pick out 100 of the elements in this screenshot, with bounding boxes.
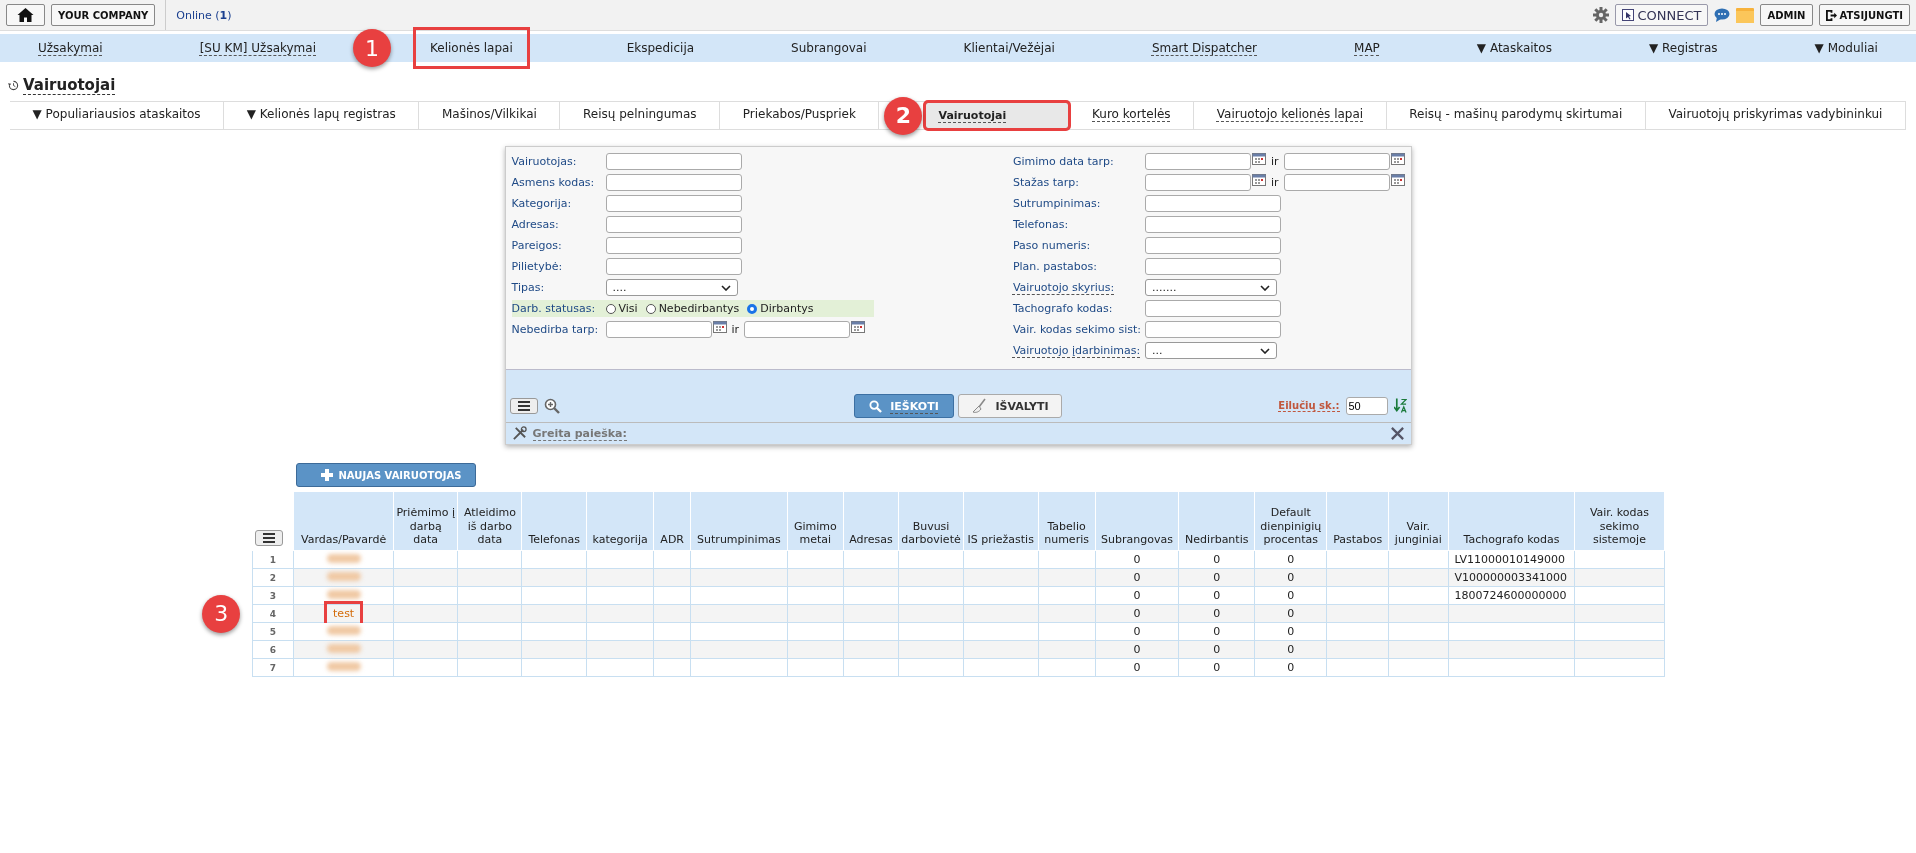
- radio-option[interactable]: Nebedirbantys: [645, 302, 740, 315]
- input-field[interactable]: [1144, 300, 1281, 317]
- input-field[interactable]: [605, 195, 742, 212]
- table-cell: 0: [1254, 622, 1327, 641]
- menu-item[interactable]: Subrangovai: [791, 41, 867, 55]
- column-header[interactable]: Tachografo kodas: [1448, 492, 1575, 551]
- menu-button[interactable]: [509, 398, 538, 414]
- chevron-icon: [720, 284, 731, 291]
- menu-icon: [262, 533, 275, 543]
- menu-item[interactable]: Užsakymai: [38, 41, 103, 55]
- input-field[interactable]: [1144, 321, 1281, 338]
- menu-item[interactable]: ▼ Registras: [1648, 41, 1718, 55]
- history-icon[interactable]: [8, 80, 19, 91]
- rows-count-field[interactable]: 50: [1345, 397, 1388, 415]
- radio-option[interactable]: Visi: [605, 302, 638, 315]
- column-header[interactable]: Nedirbantis: [1178, 492, 1255, 551]
- table-cell: 0: [1178, 658, 1255, 677]
- column-header[interactable]: Default dienpinigių procentas: [1254, 492, 1327, 551]
- tab[interactable]: Priekabos/Puspriek: [742, 107, 856, 121]
- dropdown[interactable]: ....: [605, 279, 738, 296]
- input-field[interactable]: [1144, 237, 1281, 254]
- input-field[interactable]: [605, 153, 742, 170]
- date-field[interactable]: [605, 321, 712, 338]
- radio-option[interactable]: Dirbantys: [747, 302, 814, 315]
- dropdown[interactable]: ...: [1144, 342, 1277, 359]
- folder-icon[interactable]: [1736, 7, 1755, 23]
- tab[interactable]: Reisų - mašinų parodymų skirtumai: [1409, 107, 1623, 121]
- logout-button[interactable]: ATSIJUNGTI: [1818, 4, 1910, 26]
- clear-button[interactable]: IŠVALYTI: [958, 394, 1062, 418]
- menu-item[interactable]: ▼ Ataskaitos: [1476, 41, 1552, 55]
- calendar-icon[interactable]: [1251, 174, 1266, 186]
- tab[interactable]: Vairuotojų priskyrimas vadybininkui: [1668, 107, 1883, 121]
- input-field[interactable]: [605, 216, 742, 233]
- tab[interactable]: Kuro kortelės: [1092, 107, 1171, 121]
- column-header[interactable]: Gimimo metai: [787, 492, 844, 551]
- column-header[interactable]: Sutrumpinimas: [690, 492, 788, 551]
- home-button[interactable]: [6, 4, 45, 26]
- date-field[interactable]: [1283, 174, 1390, 191]
- column-header[interactable]: ADR: [653, 492, 691, 551]
- input-field[interactable]: [605, 237, 742, 254]
- joiner-text: ir: [1270, 155, 1279, 168]
- menu-item[interactable]: [SU KM] Užsakymai: [199, 41, 316, 55]
- menu-item[interactable]: Kelionės lapai: [413, 27, 530, 69]
- dropdown[interactable]: .......: [1144, 279, 1277, 296]
- date-field[interactable]: [1144, 153, 1251, 170]
- calendar-icon[interactable]: [1251, 153, 1266, 165]
- callout-badge: 3: [202, 594, 241, 633]
- sort-icon[interactable]: [1393, 398, 1407, 414]
- input-field[interactable]: [605, 258, 742, 275]
- column-header[interactable]: Vair. junginiai: [1388, 492, 1449, 551]
- connect-button[interactable]: CONNECT: [1615, 4, 1709, 26]
- settings-icon[interactable]: [1593, 7, 1610, 23]
- table-cell: 0: [1095, 550, 1179, 569]
- column-header[interactable]: Vair. kodas sekimo sistemoje: [1574, 492, 1664, 551]
- chat-icon[interactable]: [1714, 8, 1731, 22]
- zoom-in-icon[interactable]: [543, 398, 560, 414]
- joiner-text: ir: [731, 323, 740, 336]
- menu-item[interactable]: MAP: [1354, 41, 1380, 55]
- field-label: Vair. kodas sekimo sist:: [1012, 323, 1141, 336]
- menu-item[interactable]: Klientai/Vežėjai: [963, 41, 1055, 55]
- column-header[interactable]: Atleidimo iš darbo data: [457, 492, 522, 551]
- tab[interactable]: Reisų pelningumas: [583, 107, 697, 121]
- calendar-icon[interactable]: [712, 321, 727, 333]
- tab[interactable]: ▼ Populiariausios ataskaitos: [32, 107, 201, 121]
- input-field[interactable]: [1144, 216, 1281, 233]
- tab[interactable]: ▼ Kelionės lapų registras: [246, 107, 396, 121]
- input-field[interactable]: [605, 174, 742, 191]
- column-header[interactable]: Pastabos: [1326, 492, 1389, 551]
- column-header[interactable]: Subrangovas: [1095, 492, 1179, 551]
- column-header[interactable]: Vardas/Pavardė: [293, 492, 394, 551]
- admin-button[interactable]: ADMIN: [1760, 4, 1813, 26]
- calendar-icon[interactable]: [1390, 153, 1405, 165]
- column-header[interactable]: Telefonas: [521, 492, 587, 551]
- input-field[interactable]: [1144, 195, 1281, 212]
- quick-search-link[interactable]: Greita paieška:: [532, 426, 627, 441]
- calendar-icon[interactable]: [1390, 174, 1405, 186]
- date-field[interactable]: [744, 321, 851, 338]
- date-field[interactable]: [1283, 153, 1390, 170]
- menu-item[interactable]: Ekspedicija: [626, 41, 695, 55]
- field-label: Stažas tarp:: [1012, 176, 1079, 189]
- joiner-text: ir: [1270, 176, 1279, 189]
- column-header[interactable]: Adresas: [843, 492, 899, 551]
- column-header[interactable]: IS priežastis: [963, 492, 1039, 551]
- menu-button[interactable]: [254, 530, 283, 546]
- tab[interactable]: Vairuotojo kelionės lapai: [1216, 107, 1364, 121]
- table-cell: 1800724600000000: [1448, 586, 1575, 605]
- company-button[interactable]: YOUR COMPANY: [51, 4, 156, 26]
- column-header[interactable]: Buvusi darbovietė: [898, 492, 964, 551]
- table-cell: 0: [1178, 622, 1255, 641]
- date-field[interactable]: [1144, 174, 1251, 191]
- table-cell: 0: [1095, 658, 1179, 677]
- tab[interactable]: Mašinos/Vilkikai: [441, 107, 537, 121]
- column-header[interactable]: kategorija: [586, 492, 654, 551]
- column-header[interactable]: Priėmimo į darbą data: [393, 492, 458, 551]
- field-label: Gimimo data tarp:: [1012, 155, 1114, 168]
- input-field[interactable]: [1144, 258, 1281, 275]
- column-header[interactable]: Tabelio numeris: [1038, 492, 1095, 551]
- menu-item[interactable]: ▼ Moduliai: [1814, 41, 1878, 55]
- menu-item[interactable]: Smart Dispatcher: [1151, 41, 1258, 55]
- calendar-icon[interactable]: [851, 321, 866, 333]
